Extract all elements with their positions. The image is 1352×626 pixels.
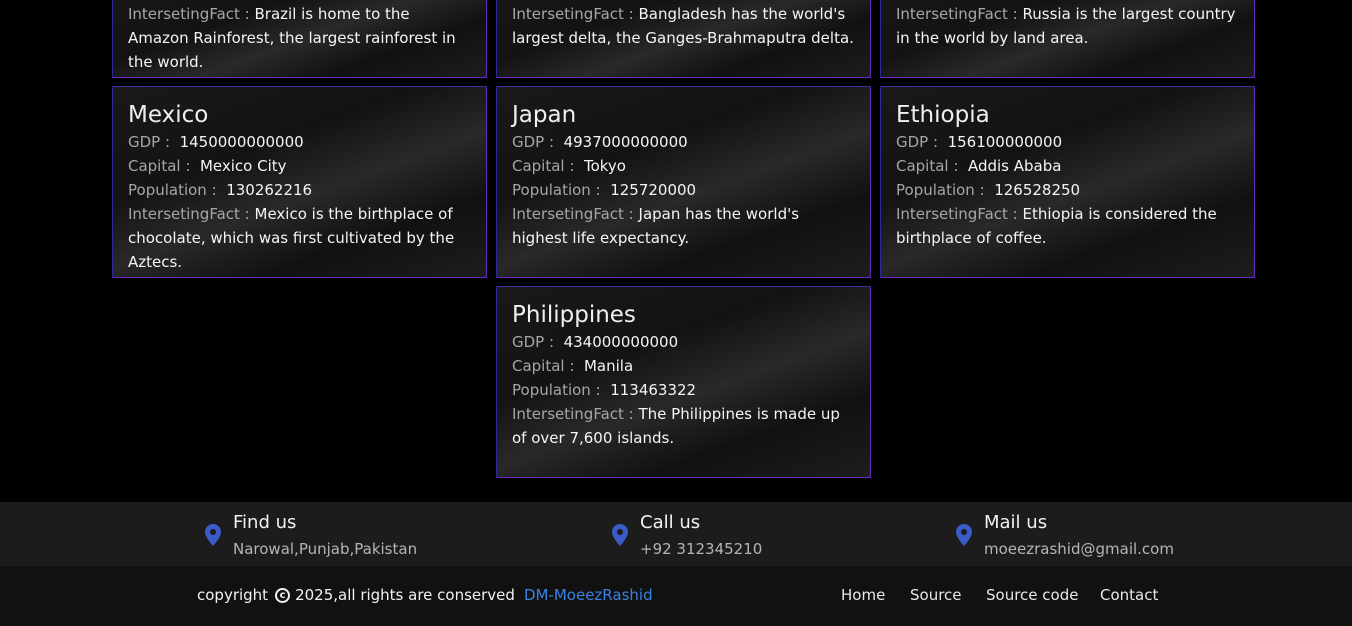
population-label: Population : (128, 181, 217, 199)
location-pin-icon (956, 524, 972, 546)
contact-title: Call us (640, 512, 701, 533)
country-name: Mexico (128, 102, 209, 128)
gdp-label: GDP : (512, 133, 555, 151)
population-label: Population : (896, 181, 985, 199)
gdp-value: 1450000000000 (179, 133, 304, 151)
location-pin-icon (612, 524, 628, 546)
gdp-label: GDP : (512, 333, 555, 351)
contact-title: Find us (233, 512, 297, 533)
country-card-philippines: Philippines GDP : 434000000000 Capital :… (496, 286, 871, 478)
population-label: Population : (512, 381, 601, 399)
fact-label: IntersetingFact : (512, 405, 634, 423)
fact-label: IntersetingFact : (896, 205, 1018, 223)
footer-contacts: Find us Narowal,Punjab,Pakistan Call us … (0, 502, 1352, 566)
population-value: 125720000 (610, 181, 697, 199)
country-card-ethiopia: Ethiopia GDP : 156100000000 Capital : Ad… (880, 86, 1255, 278)
nav-contact[interactable]: Contact (1100, 586, 1158, 604)
contact-call-us: Call us +92 312345210 (611, 510, 762, 562)
contact-find-us: Find us Narowal,Punjab,Pakistan (204, 510, 417, 562)
nav-source[interactable]: Source (910, 586, 962, 604)
capital-value: Mexico City (199, 157, 287, 175)
capital-value: Addis Ababa (967, 157, 1062, 175)
location-pin-icon (205, 524, 221, 546)
fact-label: IntersetingFact : (512, 205, 634, 223)
population-value: 113463322 (610, 381, 697, 399)
country-card-russia: IntersetingFact : Russia is the largest … (880, 0, 1255, 78)
capital-label: Capital : (512, 157, 575, 175)
footer-bottom: copyright c 2025,all rights are conserve… (0, 566, 1352, 626)
fact-label: IntersetingFact : (896, 5, 1018, 23)
copyright-text-pre: copyright (197, 586, 269, 604)
copyright-icon: c (275, 587, 291, 603)
capital-value: Tokyo (583, 157, 626, 175)
country-name: Ethiopia (896, 102, 990, 128)
contact-detail: Narowal,Punjab,Pakistan (233, 540, 418, 558)
fact-label: IntersetingFact : (128, 5, 250, 23)
capital-label: Capital : (512, 357, 575, 375)
capital-value: Manila (583, 357, 634, 375)
contact-detail: +92 312345210 (640, 540, 763, 558)
contact-title: Mail us (984, 512, 1048, 533)
population-value: 130262216 (226, 181, 313, 199)
country-card-brazil: IntersetingFact : Brazil is home to the … (112, 0, 487, 78)
gdp-label: GDP : (896, 133, 939, 151)
country-card-japan: Japan GDP : 4937000000000 Capital : Toky… (496, 86, 871, 278)
fact-label: IntersetingFact : (512, 5, 634, 23)
country-card-mexico: Mexico GDP : 1450000000000 Capital : Mex… (112, 86, 487, 278)
contact-mail-us: Mail us moeezrashid@gmail.com (955, 510, 1174, 562)
capital-label: Capital : (896, 157, 959, 175)
copyright: copyright c 2025,all rights are conserve… (197, 586, 653, 604)
capital-label: Capital : (128, 157, 191, 175)
copyright-text-post: 2025,all rights are conserved (295, 586, 515, 604)
fact-label: IntersetingFact : (128, 205, 250, 223)
author-link[interactable]: DM-MoeezRashid (524, 586, 653, 604)
country-card-bangladesh: IntersetingFact : Bangladesh has the wor… (496, 0, 871, 78)
nav-home[interactable]: Home (841, 586, 885, 604)
gdp-value: 4937000000000 (563, 133, 688, 151)
gdp-label: GDP : (128, 133, 171, 151)
country-name: Japan (512, 102, 577, 128)
country-name: Philippines (512, 302, 636, 328)
gdp-value: 434000000000 (563, 333, 679, 351)
contact-detail: moeezrashid@gmail.com (984, 540, 1174, 558)
population-label: Population : (512, 181, 601, 199)
gdp-value: 156100000000 (947, 133, 1063, 151)
population-value: 126528250 (994, 181, 1081, 199)
nav-source-code[interactable]: Source code (986, 586, 1078, 604)
